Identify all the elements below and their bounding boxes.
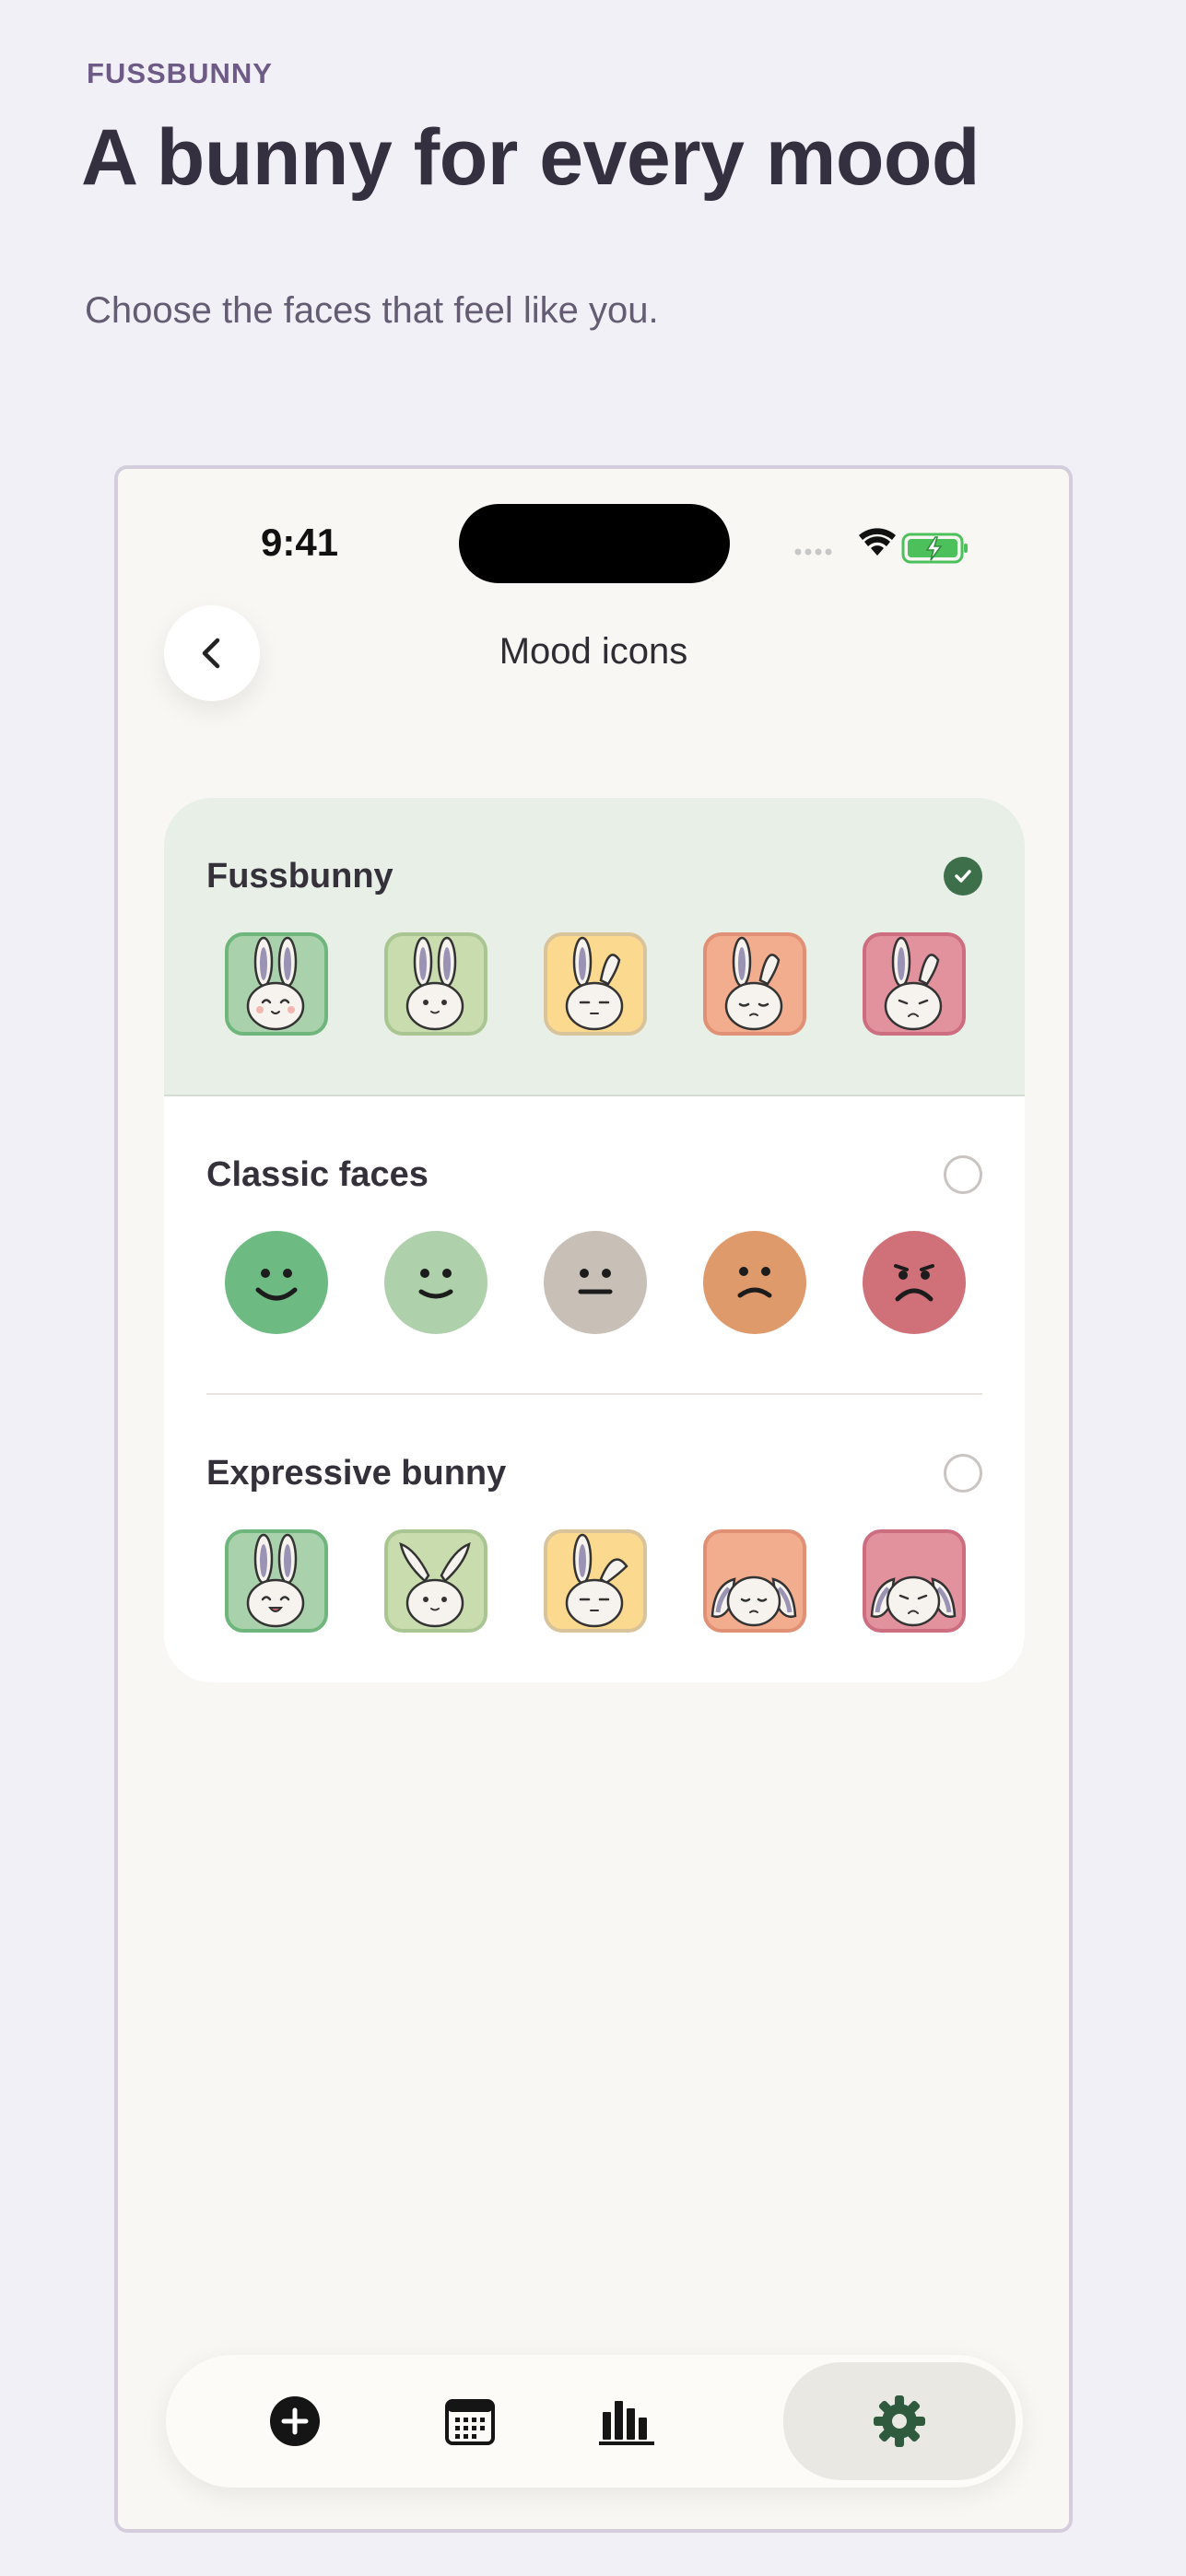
dynamic-island [459, 504, 730, 583]
bunny-very-sad-icon [863, 932, 966, 1036]
radio-checked[interactable] [944, 857, 982, 896]
icon-preview-row [225, 1529, 966, 1633]
tab-stats[interactable] [553, 2355, 700, 2488]
page-headline: A bunny for every mood [81, 113, 980, 202]
option-expressive-bunny[interactable]: Expressive bunny [164, 1395, 1025, 1682]
tab-bar [166, 2355, 1023, 2488]
status-time: 9:41 [261, 521, 339, 564]
mood-icon-options: Fussbunny Classic faces Expressive bunny [164, 798, 1025, 1682]
phone-screen: 9:41 Mood icons Fussbunny Classic faces … [114, 465, 1073, 2533]
face-happy-icon [384, 1231, 487, 1334]
face-sad-icon [703, 1231, 806, 1334]
bunny-very-happy-icon [225, 932, 328, 1036]
brand-label: FUSSBUNNY [87, 57, 273, 89]
bunny-sad-icon [703, 932, 806, 1036]
icon-preview-row [225, 932, 966, 1036]
plus-circle-icon [270, 2396, 320, 2446]
gear-icon [874, 2395, 925, 2447]
option-classic-faces[interactable]: Classic faces [164, 1096, 1025, 1395]
option-label: Classic faces [206, 1155, 429, 1194]
option-label: Expressive bunny [206, 1454, 507, 1493]
expressive-bunny-very-sad-icon [863, 1529, 966, 1633]
signal-wifi-battery-icon [794, 528, 968, 564]
face-very-happy-icon [225, 1231, 328, 1334]
tab-add-entry[interactable] [221, 2355, 369, 2488]
option-label: Fussbunny [206, 857, 393, 896]
bar-chart-icon [599, 2401, 654, 2445]
radio-unchecked[interactable] [944, 1454, 982, 1493]
calendar-icon [445, 2399, 495, 2445]
bunny-happy-icon [384, 932, 487, 1036]
radio-unchecked[interactable] [944, 1155, 982, 1194]
face-very-sad-icon [863, 1231, 966, 1334]
expressive-bunny-neutral-icon [544, 1529, 647, 1633]
icon-preview-row [225, 1231, 966, 1334]
checkmark-icon [955, 870, 971, 883]
bunny-neutral-icon [544, 932, 647, 1036]
tab-calendar[interactable] [396, 2355, 544, 2488]
face-neutral-icon [544, 1231, 647, 1334]
screen-title: Mood icons [499, 631, 688, 672]
expressive-bunny-very-happy-icon [225, 1529, 328, 1633]
status-indicators [793, 522, 977, 568]
option-fussbunny[interactable]: Fussbunny [164, 798, 1025, 1096]
expressive-bunny-happy-icon [384, 1529, 487, 1633]
page-subtitle: Choose the faces that feel like you. [85, 290, 659, 331]
tab-settings[interactable] [783, 2362, 1016, 2480]
expressive-bunny-sad-icon [703, 1529, 806, 1633]
